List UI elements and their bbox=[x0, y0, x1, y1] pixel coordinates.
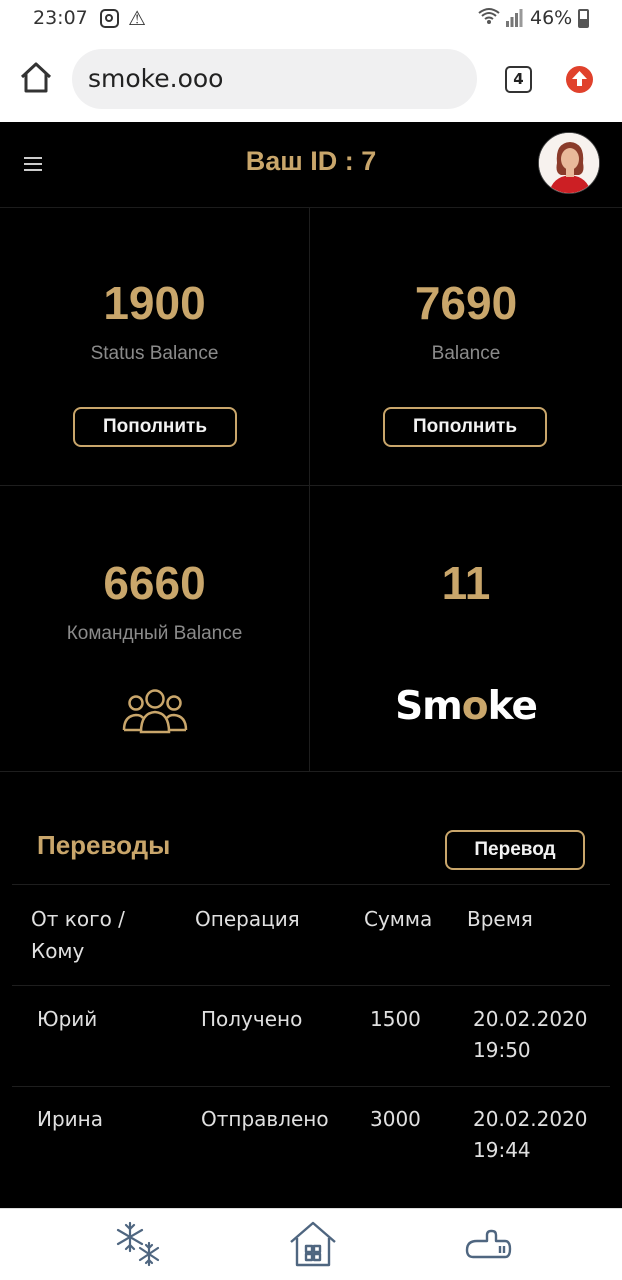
signal-icon bbox=[506, 9, 523, 27]
home-icon[interactable] bbox=[288, 1219, 338, 1269]
app-header: Ваш ID : 7 bbox=[0, 122, 622, 208]
row-from-to: Ирина bbox=[37, 1107, 103, 1131]
hookah-icon[interactable] bbox=[463, 1219, 513, 1269]
row-amount: 3000 bbox=[370, 1107, 421, 1131]
row-date: 20.02.2020 bbox=[473, 1107, 588, 1131]
balance-value: 7690 bbox=[414, 277, 518, 329]
url-field[interactable]: smoke.ooo bbox=[72, 49, 477, 109]
column-header-amount: Сумма bbox=[364, 907, 433, 931]
user-photo-icon bbox=[539, 133, 599, 193]
status-balance-label: Status Balance bbox=[90, 343, 219, 364]
wifi-icon bbox=[478, 6, 500, 31]
row-from-to: Юрий bbox=[37, 1007, 98, 1031]
warning-icon: ⚠ bbox=[128, 6, 146, 30]
column-header-from-to-line2: Кому bbox=[31, 939, 85, 963]
battery-level: 46% bbox=[530, 7, 573, 29]
status-time: 23:07 bbox=[33, 7, 88, 29]
row-time: 19:44 bbox=[473, 1138, 531, 1162]
tab-switcher-button[interactable]: 4 bbox=[505, 66, 532, 93]
column-header-operation: Операция bbox=[195, 907, 300, 931]
column-header-time: Время bbox=[467, 907, 533, 931]
smoke-logo: Smoke bbox=[395, 684, 538, 729]
status-balance-card: 1900 Status Balance Пополнить bbox=[0, 208, 310, 486]
snowflake-icon[interactable] bbox=[113, 1219, 163, 1269]
row-operation: Получено bbox=[201, 1007, 303, 1031]
balance-card: 7690 Balance Пополнить bbox=[310, 208, 622, 486]
team-balance-label: Командный Balance bbox=[66, 623, 243, 644]
instagram-icon bbox=[100, 9, 119, 28]
top-up-balance-button[interactable]: Пополнить bbox=[383, 407, 547, 447]
divider bbox=[12, 1086, 610, 1087]
battery-icon bbox=[578, 9, 589, 28]
column-header-from-to-line1: От кого / bbox=[31, 907, 125, 931]
status-bar: 23:07 ⚠ 46% bbox=[0, 0, 622, 38]
row-date: 20.02.2020 bbox=[473, 1007, 588, 1031]
browser-toolbar: smoke.ooo 4 bbox=[0, 38, 622, 122]
top-up-status-button[interactable]: Пополнить bbox=[73, 407, 237, 447]
row-datetime: 20.02.2020 19:44 bbox=[473, 1104, 588, 1166]
row-time: 19:50 bbox=[473, 1038, 531, 1062]
balance-label: Balance bbox=[431, 343, 501, 364]
home-button[interactable] bbox=[18, 60, 54, 96]
transfer-button[interactable]: Перевод bbox=[445, 830, 585, 870]
team-balance-value: 6660 bbox=[103, 557, 206, 609]
row-datetime: 20.02.2020 19:50 bbox=[473, 1004, 588, 1066]
avatar[interactable] bbox=[538, 132, 600, 194]
update-button[interactable] bbox=[566, 66, 593, 93]
bottom-nav bbox=[0, 1208, 622, 1280]
team-icon[interactable] bbox=[121, 685, 189, 735]
column-header-from-to: От кого / Кому bbox=[31, 903, 125, 967]
page-title: Ваш ID : 7 bbox=[245, 146, 377, 176]
row-operation: Отправлено bbox=[201, 1107, 329, 1131]
status-balance-value: 1900 bbox=[103, 277, 206, 329]
divider bbox=[12, 884, 610, 885]
transfers-title: Переводы bbox=[37, 830, 171, 860]
smoke-count-value: 11 bbox=[441, 557, 491, 609]
team-balance-card: 6660 Командный Balance bbox=[0, 486, 310, 772]
arrow-up-icon bbox=[572, 71, 587, 86]
smoke-card: 11 Smoke bbox=[310, 486, 622, 772]
divider bbox=[12, 985, 610, 986]
row-amount: 1500 bbox=[370, 1007, 421, 1031]
